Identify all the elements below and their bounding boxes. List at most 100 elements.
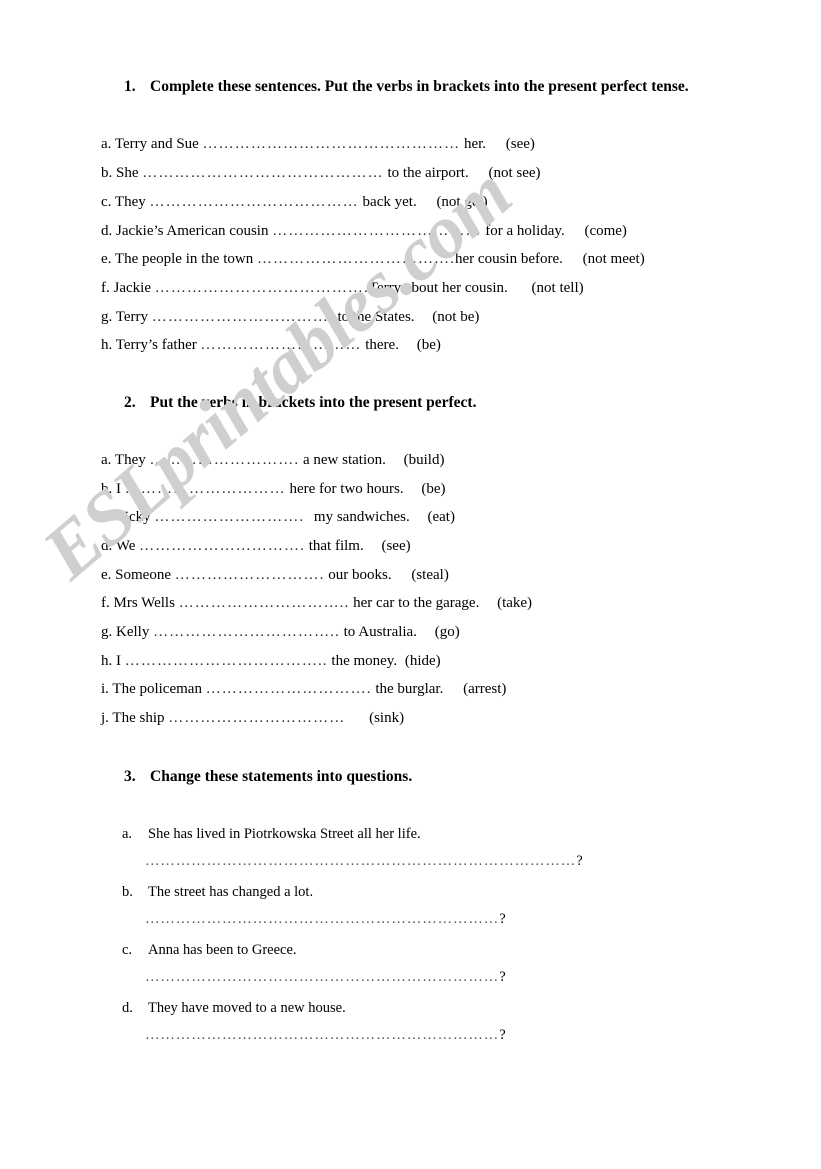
exercise-1-item-h: h. Terry’s father ………………………… there. (be)	[101, 337, 441, 354]
item-label: h.	[101, 337, 113, 353]
verb-prompt: (see)	[381, 538, 411, 554]
item-text-after: to the States.	[337, 309, 415, 325]
statement-text: Anna has been to Greece.	[148, 942, 297, 958]
item-text-after: my sandwiches.	[313, 509, 410, 525]
item-text-before: The people in the town	[114, 251, 254, 267]
item-label: e.	[101, 251, 112, 267]
item-text-before: She	[116, 165, 139, 181]
item-label: a.	[122, 826, 133, 842]
item-label: j.	[101, 710, 109, 726]
exercise-1-item-d: d. Jackie’s American cousin …………………………………	[101, 223, 627, 240]
exercise-3-heading-text: Change these statements into questions.	[150, 768, 413, 785]
verb-prompt: (be)	[421, 481, 446, 497]
answer-blank[interactable]: …………………………………	[272, 223, 481, 239]
verb-prompt: (build)	[403, 452, 445, 468]
answer-blank[interactable]: ……………………………	[168, 710, 345, 726]
item-text-after: her cousin before.	[455, 251, 563, 267]
answer-blank[interactable]: ………………………………….	[155, 280, 369, 296]
question-mark: ?	[499, 969, 506, 985]
exercise-1-heading-text: Complete these sentences. Put the verbs …	[150, 78, 689, 95]
item-text-after: there.	[365, 337, 399, 353]
item-label: a.	[101, 136, 112, 152]
item-label: c.	[101, 509, 112, 525]
verb-prompt: (be)	[416, 337, 441, 353]
item-text-after: our books.	[328, 567, 392, 583]
question-mark: ?	[499, 1027, 506, 1043]
answer-blank[interactable]: ………………………………………	[142, 165, 384, 181]
verb-prompt: (sink)	[369, 710, 405, 726]
exercise-1-item-f: f. Jackie ………………………………….Terry about her …	[101, 280, 584, 297]
item-text-after: the burglar.	[375, 681, 444, 697]
answer-blank[interactable]: …………………………………………………………………………	[145, 853, 576, 869]
exercise-3-section: 3. Change these statements into questions…	[0, 768, 821, 1043]
item-text-after: for a holiday.	[485, 223, 565, 239]
item-label: d.	[101, 538, 113, 554]
exercise-2-number: 2.	[124, 394, 136, 411]
exercise-2-item-j: j. The ship …………………………… (sink)	[101, 710, 404, 727]
answer-blank[interactable]: …………………………………	[149, 194, 358, 210]
answer-blank[interactable]: ……………………………………………………………	[145, 969, 499, 985]
answer-blank[interactable]: …………………………..	[179, 595, 350, 611]
verb-prompt: (not see)	[488, 165, 541, 181]
exercise-2-item-f: f. Mrs Wells ………………………….. her car to the…	[101, 595, 532, 612]
item-label: g.	[101, 624, 113, 640]
item-label: b.	[101, 481, 113, 497]
item-label: c.	[101, 194, 112, 210]
item-text-before: We	[115, 538, 136, 554]
item-text-before: Someone	[115, 567, 171, 583]
item-text-before: They	[114, 452, 146, 468]
exercise-2-item-h: h. I ……………………………….. the money. (hide)	[101, 653, 441, 670]
exercise-3-number: 3.	[124, 768, 136, 785]
exercise-1-item-a: a. Terry and Sue ………………………………………… her. (…	[101, 136, 535, 153]
exercise-2-item-c: c. Vicky ………………………. my sandwiches. (eat)	[101, 509, 455, 526]
verb-prompt: (steal)	[411, 567, 449, 583]
item-label: e.	[101, 567, 112, 583]
item-text-before: They	[114, 194, 146, 210]
verb-prompt: (take)	[497, 595, 533, 611]
answer-blank[interactable]: ………………………………..	[125, 653, 328, 669]
answer-blank[interactable]: ……………………………….	[257, 251, 455, 267]
item-text-after: to Australia.	[343, 624, 417, 640]
exercise-2-heading: 2. Put the verbs in brackets into the pre…	[124, 394, 821, 413]
item-label: g.	[101, 309, 113, 325]
answer-blank[interactable]: ……………………………..	[153, 624, 340, 640]
item-text-before: Jackie	[113, 280, 151, 296]
verb-prompt: (come)	[584, 223, 627, 239]
exercise-1-heading: 1. Complete these sentences. Put the verb…	[124, 78, 821, 97]
answer-blank[interactable]: …………………………….	[152, 309, 334, 325]
answer-blank[interactable]: ……………………….	[154, 509, 304, 525]
answer-blank[interactable]: ……………………………………………………………	[145, 911, 499, 927]
item-label: d.	[122, 1000, 133, 1016]
answer-blank[interactable]: ……………………….	[175, 567, 325, 583]
exercise-2-item-a: a. They ………………………. a new station. (build…	[101, 452, 444, 469]
exercise-2-heading-text: Put the verbs in brackets into the prese…	[150, 394, 477, 411]
statement-text: She has lived in Piotrkowska Street all …	[148, 826, 421, 842]
item-text-after: back yet.	[362, 194, 417, 210]
item-text-before: Kelly	[116, 624, 150, 640]
answer-blank[interactable]: ……………………………………………………………	[145, 1027, 499, 1043]
statement-text: The street has changed a lot.	[148, 884, 314, 900]
answer-blank[interactable]: …………………………………………	[203, 136, 461, 152]
verb-prompt: (not be)	[432, 309, 480, 325]
answer-blank[interactable]: ………………………….	[139, 538, 305, 554]
worksheet-page: 1. Complete these sentences. Put the verb…	[0, 0, 821, 1169]
answer-blank[interactable]: ……………………….	[149, 452, 299, 468]
exercise-2-section: 2. Put the verbs in brackets into the pre…	[0, 394, 821, 726]
question-mark: ?	[576, 853, 583, 869]
verb-prompt: (not meet)	[582, 251, 645, 267]
exercise-2-item-b: b. I ………………………… here for two hours. (be)	[101, 481, 446, 498]
verb-prompt: (arrest)	[463, 681, 507, 697]
verb-prompt: (not tell)	[531, 280, 584, 296]
answer-blank[interactable]: ………………………….	[206, 681, 372, 697]
answer-blank[interactable]: …………………………	[125, 481, 286, 497]
verb-prompt: (go)	[434, 624, 460, 640]
question-mark: ?	[499, 911, 506, 927]
item-text-after: her car to the garage.	[353, 595, 480, 611]
item-label: h.	[101, 653, 113, 669]
item-label: f.	[101, 595, 110, 611]
item-label: a.	[101, 452, 112, 468]
item-label: f.	[101, 280, 110, 296]
item-label: c.	[122, 942, 133, 958]
answer-blank[interactable]: …………………………	[200, 337, 361, 353]
item-text-after: the money.	[331, 653, 398, 669]
